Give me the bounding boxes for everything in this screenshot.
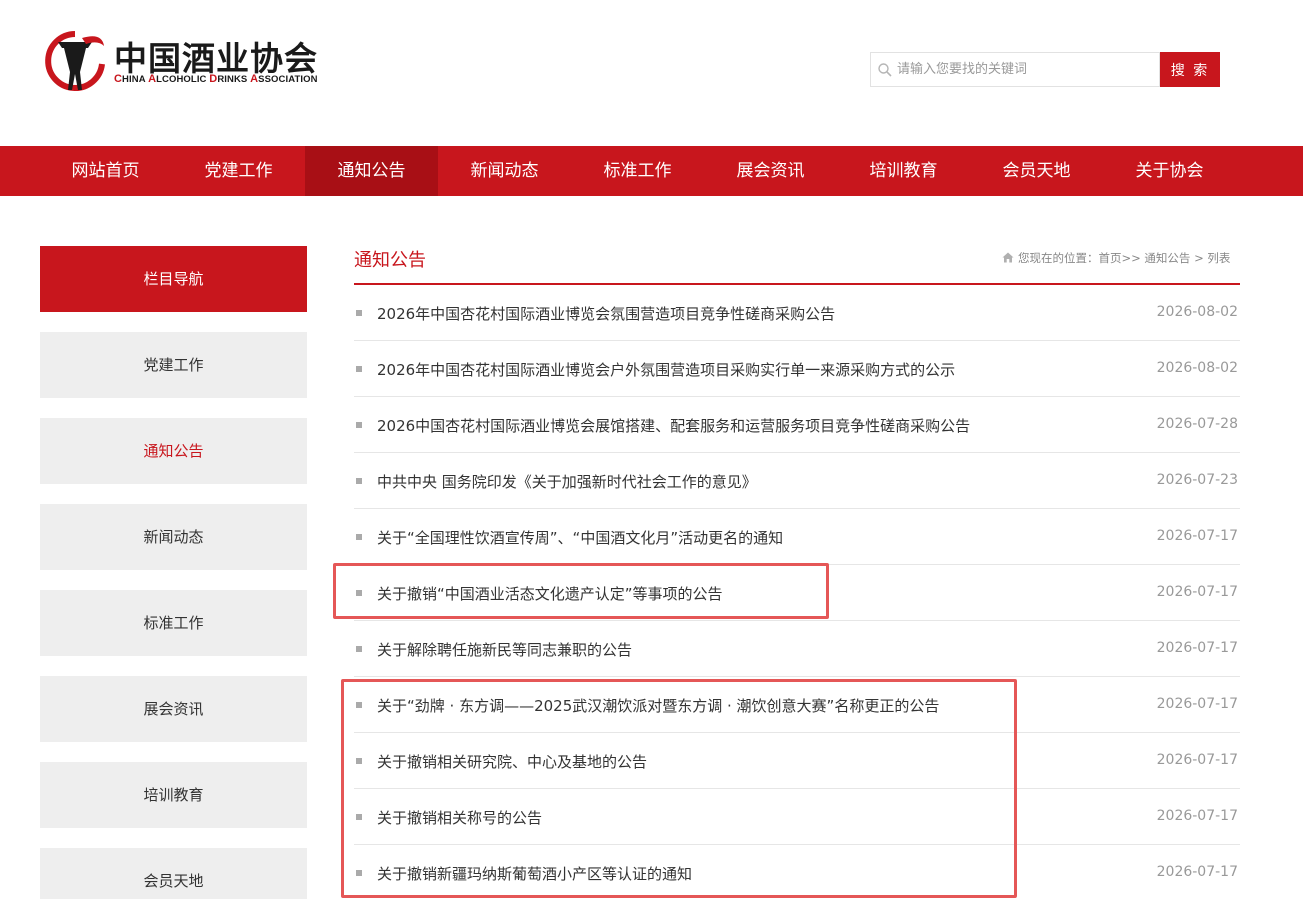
logo-english-rest: HINA <box>122 74 149 85</box>
list-item[interactable]: 2026年中国杏花村国际酒业博览会氛围营造项目竞争性磋商采购公告 2026-08-… <box>354 285 1240 341</box>
search-bar: 搜 索 <box>870 52 1220 87</box>
notice-title-link[interactable]: 关于解除聘任施新民等同志兼职的公告 <box>377 639 632 660</box>
notice-date: 2026-08-02 <box>1156 304 1238 320</box>
bullet-icon <box>356 646 362 652</box>
bullet-icon <box>356 478 362 484</box>
home-icon <box>1002 252 1014 263</box>
list-item[interactable]: 关于撤销相关研究院、中心及基地的公告 2026-07-17 <box>354 733 1240 789</box>
nav-item-notices[interactable]: 通知公告 <box>305 146 438 196</box>
nav-item-news[interactable]: 新闻动态 <box>438 146 571 196</box>
notice-title-link[interactable]: 关于撤销新疆玛纳斯葡萄酒小产区等认证的通知 <box>377 863 692 884</box>
site-header: 中国酒业协会 CHINA ALCOHOLIC DRINKS ASSOCIATIO… <box>0 0 1303 146</box>
notice-date: 2026-07-17 <box>1156 584 1238 600</box>
notice-date: 2026-07-17 <box>1156 864 1238 880</box>
notice-date: 2026-07-23 <box>1156 472 1238 488</box>
logo-english-rest: LCOHOLIC <box>156 74 210 85</box>
site-logo[interactable]: 中国酒业协会 CHINA ALCOHOLIC DRINKS ASSOCIATIO… <box>42 28 332 94</box>
sidebar-item-notices[interactable]: 通知公告 <box>40 418 307 484</box>
logo-english-cap: A <box>250 73 259 85</box>
list-item[interactable]: 关于解除聘任施新民等同志兼职的公告 2026-07-17 <box>354 621 1240 677</box>
bullet-icon <box>356 870 362 876</box>
breadcrumb-text[interactable]: 您现在的位置：首页>> 通知公告 > 列表 <box>1018 251 1230 265</box>
list-item[interactable]: 2026年中国杏花村国际酒业博览会户外氛围营造项目采购实行单一来源采购方式的公示… <box>354 341 1240 397</box>
notice-date: 2026-07-17 <box>1156 808 1238 824</box>
logo-english-rest: SSOCIATION <box>258 74 318 85</box>
sidebar-item-exhibitions[interactable]: 展会资讯 <box>40 676 307 742</box>
logo-english-name: CHINA ALCOHOLIC DRINKS ASSOCIATION <box>114 73 318 85</box>
logo-english-rest: RINKS <box>217 74 251 85</box>
notice-title-link[interactable]: 关于“全国理性饮酒宣传周”、“中国酒文化月”活动更名的通知 <box>377 527 783 548</box>
bullet-icon <box>356 758 362 764</box>
sidebar-heading: 栏目导航 <box>40 246 307 312</box>
nav-item-standards[interactable]: 标准工作 <box>571 146 704 196</box>
list-item[interactable]: 关于“全国理性饮酒宣传周”、“中国酒文化月”活动更名的通知 2026-07-17 <box>354 509 1240 565</box>
notice-date: 2026-07-17 <box>1156 528 1238 544</box>
notice-date: 2026-07-28 <box>1156 416 1238 432</box>
list-item[interactable]: 2026中国杏花村国际酒业博览会展馆搭建、配套服务和运营服务项目竞争性磋商采购公… <box>354 397 1240 453</box>
bullet-icon <box>356 702 362 708</box>
notice-title-link[interactable]: 关于撤销“中国酒业活态文化遗产认定”等事项的公告 <box>377 583 723 604</box>
list-item[interactable]: 关于撤销相关称号的公告 2026-07-17 <box>354 789 1240 845</box>
bullet-icon <box>356 366 362 372</box>
bullet-icon <box>356 590 362 596</box>
sidebar-item-training[interactable]: 培训教育 <box>40 762 307 828</box>
notice-date: 2026-07-17 <box>1156 752 1238 768</box>
notice-date: 2026-08-02 <box>1156 360 1238 376</box>
notice-date: 2026-07-17 <box>1156 640 1238 656</box>
nav-item-party[interactable]: 党建工作 <box>172 146 305 196</box>
bullet-icon <box>356 814 362 820</box>
sidebar-item-members[interactable]: 会员天地 <box>40 848 307 899</box>
nav-item-about[interactable]: 关于协会 <box>1103 146 1236 196</box>
notice-date: 2026-07-17 <box>1156 696 1238 712</box>
search-box <box>870 52 1160 87</box>
notice-list: 2026年中国杏花村国际酒业博览会氛围营造项目竞争性磋商采购公告 2026-08-… <box>354 285 1240 899</box>
bullet-icon <box>356 310 362 316</box>
sidebar-item-party[interactable]: 党建工作 <box>40 332 307 398</box>
list-item[interactable]: 关于“劲牌 · 东方调——2025武汉潮饮派对暨东方调 · 潮饮创意大赛”名称更… <box>354 677 1240 733</box>
list-item[interactable]: 关于撤销新疆玛纳斯葡萄酒小产区等认证的通知 2026-07-17 <box>354 845 1240 899</box>
logo-icon <box>45 31 105 91</box>
page-title: 通知公告 <box>354 250 426 271</box>
logo-english-cap: C <box>114 73 123 85</box>
sidebar-item-standards[interactable]: 标准工作 <box>40 590 307 656</box>
search-icon <box>878 63 892 77</box>
search-button[interactable]: 搜 索 <box>1160 52 1220 87</box>
nav-item-home[interactable]: 网站首页 <box>39 146 172 196</box>
list-item[interactable]: 中共中央 国务院印发《关于加强新时代社会工作的意见》 2026-07-23 <box>354 453 1240 509</box>
list-item[interactable]: 关于撤销“中国酒业活态文化遗产认定”等事项的公告 2026-07-17 <box>354 565 1240 621</box>
sidebar-item-news[interactable]: 新闻动态 <box>40 504 307 570</box>
main-nav: 网站首页 党建工作 通知公告 新闻动态 标准工作 展会资讯 培训教育 会员天地 … <box>0 146 1303 196</box>
logo-english-cap: A <box>148 73 157 85</box>
notice-title-link[interactable]: 关于撤销相关研究院、中心及基地的公告 <box>377 751 647 772</box>
notice-title-link[interactable]: 中共中央 国务院印发《关于加强新时代社会工作的意见》 <box>377 471 757 492</box>
notice-title-link[interactable]: 2026中国杏花村国际酒业博览会展馆搭建、配套服务和运营服务项目竞争性磋商采购公… <box>377 415 970 436</box>
nav-item-training[interactable]: 培训教育 <box>837 146 970 196</box>
notice-title-link[interactable]: 2026年中国杏花村国际酒业博览会户外氛围营造项目采购实行单一来源采购方式的公示 <box>377 359 955 380</box>
bullet-icon <box>356 422 362 428</box>
bullet-icon <box>356 534 362 540</box>
nav-item-exhibitions[interactable]: 展会资讯 <box>704 146 837 196</box>
notice-title-link[interactable]: 关于“劲牌 · 东方调——2025武汉潮饮派对暨东方调 · 潮饮创意大赛”名称更… <box>377 695 939 716</box>
search-input[interactable] <box>897 53 1155 86</box>
notice-title-link[interactable]: 关于撤销相关称号的公告 <box>377 807 542 828</box>
notice-title-link[interactable]: 2026年中国杏花村国际酒业博览会氛围营造项目竞争性磋商采购公告 <box>377 303 835 324</box>
breadcrumb: 您现在的位置：首页>> 通知公告 > 列表 <box>1002 250 1230 266</box>
nav-item-members[interactable]: 会员天地 <box>970 146 1103 196</box>
